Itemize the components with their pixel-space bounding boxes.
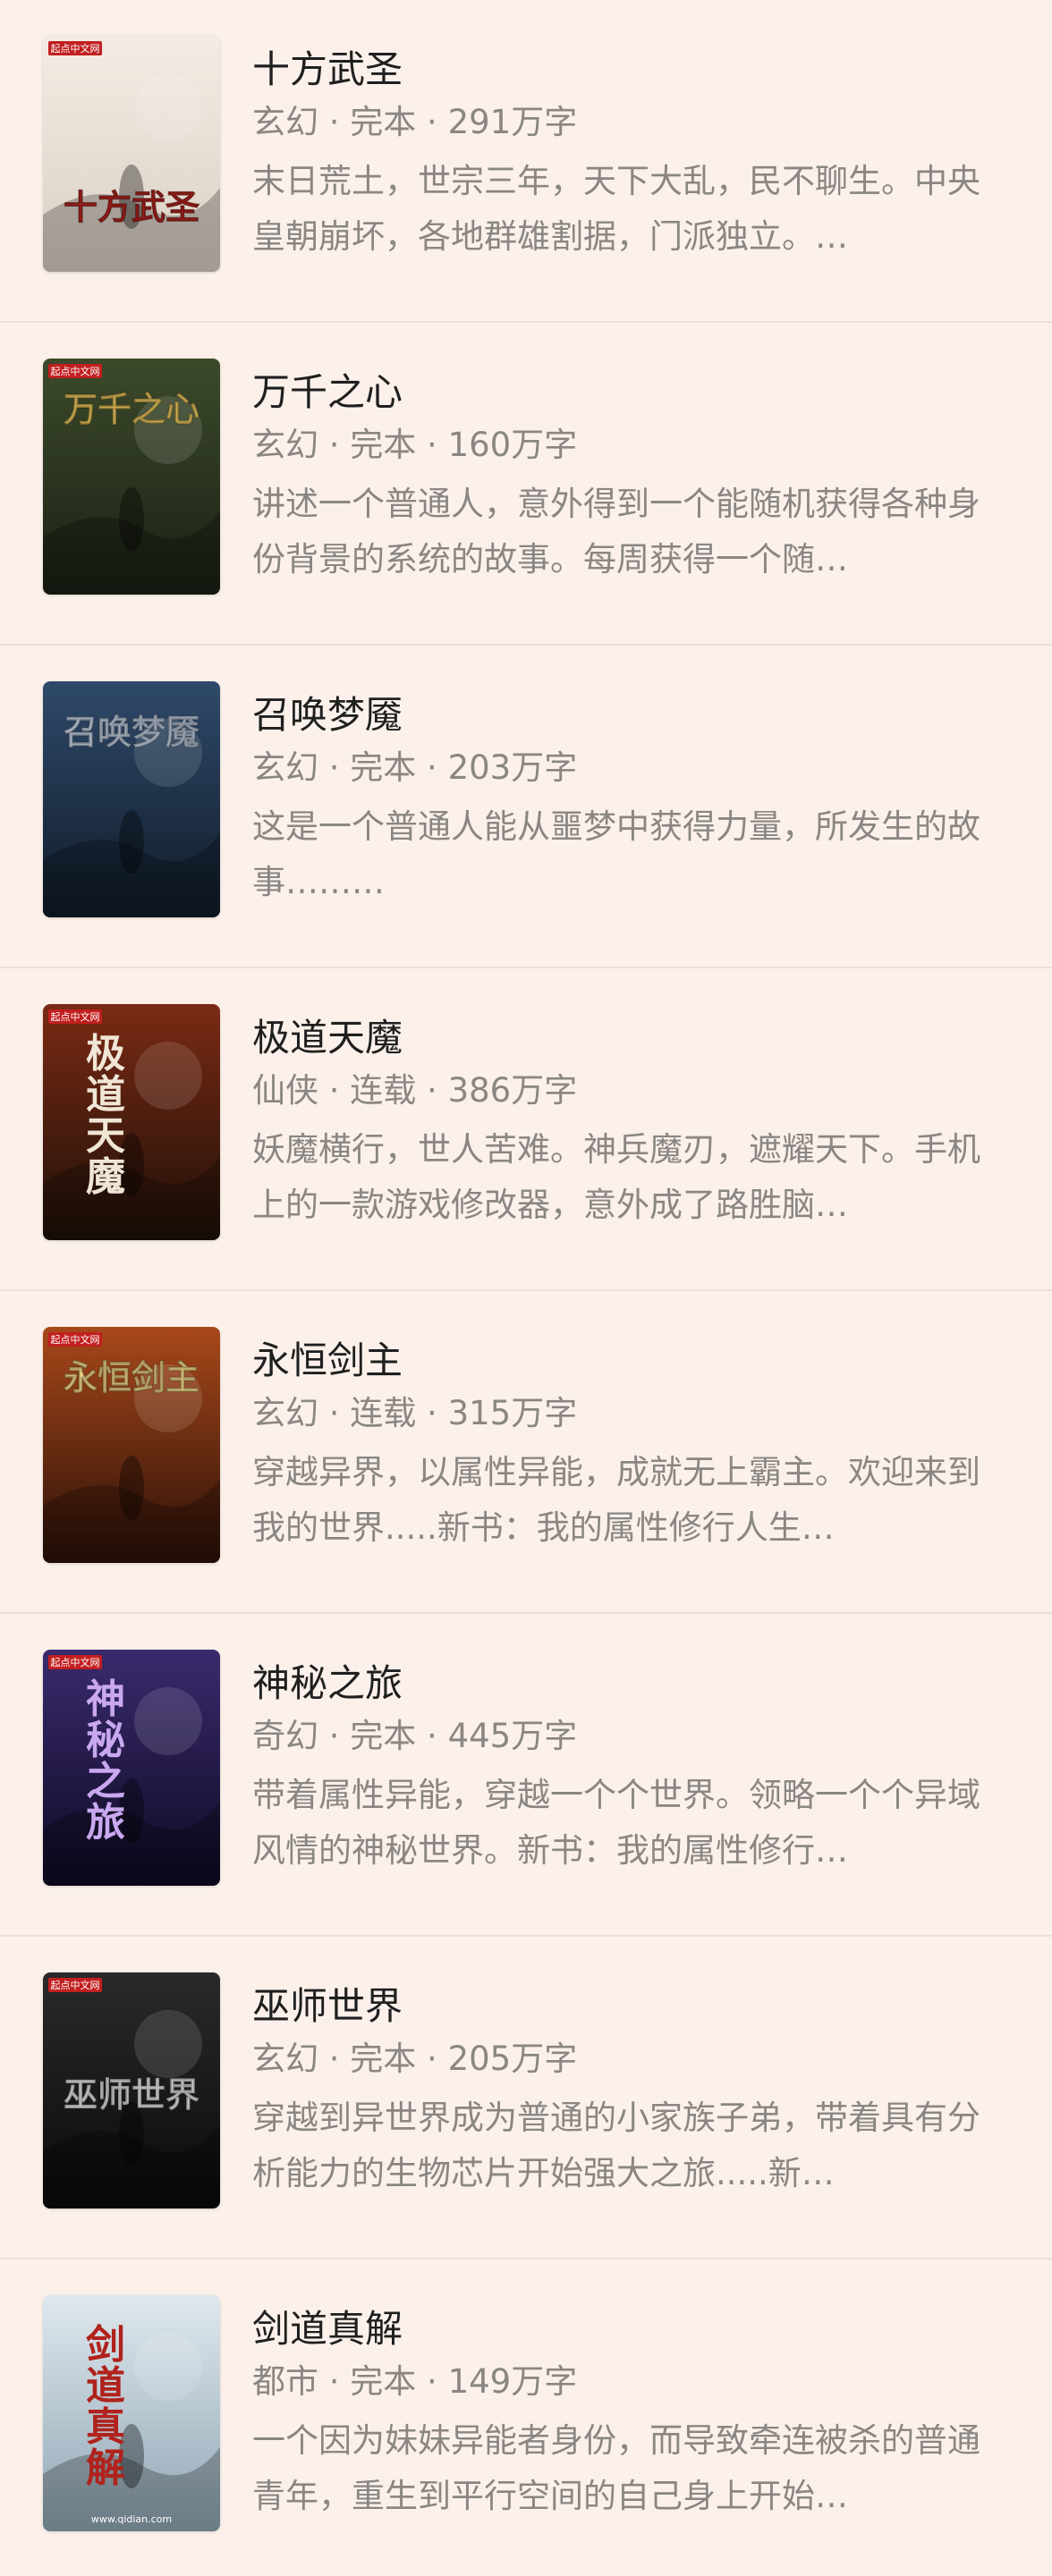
book-description: 一个因为妹妹异能者身份，而导致牵连被杀的普通青年，重生到平行空间的自己身上开始… bbox=[252, 2421, 980, 2515]
book-title[interactable]: 万千之心 bbox=[252, 367, 1013, 418]
book-title[interactable]: 巫师世界 bbox=[252, 1981, 1013, 2031]
book-item[interactable]: 永恒剑主 起点中文网 永恒剑主 玄幻 · 连载 · 315万字 穿越异界，以属性异能，成… bbox=[0, 1291, 1052, 1614]
book-meta: 玄幻 · 完本 · 291万字 bbox=[252, 103, 578, 141]
book-info: 召唤梦魇玄幻 · 完本 · 203万字这是一个普通人能从噩梦中获得力量，所发生的… bbox=[252, 690, 1013, 910]
book-description: 讲述一个普通人，意外得到一个能随机获得各种身份背景的系统的故事。每周获得一个随… bbox=[252, 485, 980, 579]
book-description: 这是一个普通人能从噩梦中获得力量，所发生的故事……… bbox=[252, 807, 980, 901]
book-item[interactable]: 极道天魔起点中文网 极道天魔 仙侠 · 连载 · 386万字 妖魔横行，世人苦难。神兵… bbox=[0, 968, 1052, 1291]
book-meta: 都市 · 完本 · 149万字 bbox=[252, 2362, 578, 2401]
svg-text:召唤梦魇: 召唤梦魇 bbox=[64, 712, 199, 752]
svg-text:秘: 秘 bbox=[86, 1718, 125, 1763]
svg-text:巫师世界: 巫师世界 bbox=[64, 2074, 199, 2115]
book-cover[interactable]: 神秘之旅 起点中文网 bbox=[43, 1650, 220, 1886]
book-item[interactable]: 召唤梦魇 召唤梦魇 玄幻 · 完本 · 203万字 这是一个普通人能从噩梦中获得力量，… bbox=[0, 646, 1052, 968]
svg-text:天: 天 bbox=[86, 1113, 125, 1159]
svg-text:道: 道 bbox=[86, 2363, 125, 2409]
book-item[interactable]: 神秘之旅起点中文网 神秘之旅 奇幻 · 完本 · 445万字 带着属性异能，穿越一个个… bbox=[0, 1614, 1052, 1937]
svg-text:极: 极 bbox=[86, 1031, 125, 1077]
svg-text:起点中文网: 起点中文网 bbox=[51, 1010, 100, 1023]
book-description: 穿越到异世界成为普通的小家族子弟，带着具有分析能力的生物芯片开始强大之旅....… bbox=[252, 2099, 980, 2192]
book-info: 极道天魔仙侠 · 连载 · 386万字妖魔横行，世人苦难。神兵魔刃，遮耀天下。手… bbox=[252, 1013, 1013, 1233]
svg-text:永恒剑主: 永恒剑主 bbox=[64, 1357, 199, 1398]
book-title[interactable]: 召唤梦魇 bbox=[252, 690, 1013, 740]
book-item[interactable]: 万千之心 起点中文网 万千之心 玄幻 · 完本 · 160万字 讲述一个普通人，意外得到… bbox=[0, 323, 1052, 646]
book-description: 带着属性异能，穿越一个个世界。领略一个个异域风情的神秘世界。新书：我的属性修行… bbox=[252, 1776, 980, 1870]
book-cover[interactable]: 十方武圣 起点中文网 bbox=[43, 36, 220, 272]
book-item[interactable]: 巫师世界 起点中文网 巫师世界 玄幻 · 完本 · 205万字 穿越到异世界成为普通的小… bbox=[0, 1937, 1052, 2259]
book-cover[interactable]: 极道天魔 起点中文网 bbox=[43, 1004, 220, 1240]
svg-text:起点中文网: 起点中文网 bbox=[51, 1656, 100, 1668]
book-cover[interactable]: 万千之心 起点中文网 bbox=[43, 359, 220, 595]
book-meta: 玄幻 · 完本 · 203万字 bbox=[252, 748, 578, 787]
book-info: 剑道真解都市 · 完本 · 149万字一个因为妹妹异能者身份，而导致牵连被杀的普… bbox=[252, 2304, 1013, 2524]
book-description: 穿越异界，以属性异能，成就无上霸主。欢迎来到我的世界.....新书：我的属性修行… bbox=[252, 1453, 980, 1547]
book-item[interactable]: 十方武圣 起点中文网 十方武圣 玄幻 · 完本 · 291万字 末日荒土，世宗三年，天下… bbox=[0, 0, 1052, 323]
svg-text:魔: 魔 bbox=[86, 1154, 125, 1200]
book-description: 妖魔横行，世人苦难。神兵魔刃，遮耀天下。手机上的一款游戏修改器，意外成了路胜脑… bbox=[252, 1130, 980, 1224]
book-info: 十方武圣玄幻 · 完本 · 291万字末日荒土，世宗三年，天下大乱，民不聊生。中… bbox=[252, 45, 1013, 265]
book-info: 永恒剑主玄幻 · 连载 · 315万字穿越异界，以属性异能，成就无上霸主。欢迎来… bbox=[252, 1336, 1013, 1556]
book-item[interactable]: 剑道真解 www.qidian.com 剑道真解 都市 · 完本 · 149万字 一个因… bbox=[0, 2259, 1052, 2576]
svg-text:www.qidian.com: www.qidian.com bbox=[91, 2513, 172, 2525]
svg-text:起点中文网: 起点中文网 bbox=[51, 1333, 100, 1346]
svg-text:道: 道 bbox=[86, 1072, 125, 1118]
svg-text:起点中文网: 起点中文网 bbox=[51, 1979, 100, 1991]
book-list: 十方武圣 起点中文网 十方武圣 玄幻 · 完本 · 291万字 末日荒土，世宗三年，天下… bbox=[0, 0, 1052, 2576]
svg-text:之: 之 bbox=[86, 1759, 125, 1804]
book-description: 末日荒土，世宗三年，天下大乱，民不聊生。中央皇朝崩坏，各地群雄割据，门派独立。… bbox=[252, 162, 980, 256]
svg-text:解: 解 bbox=[86, 2445, 125, 2491]
book-meta: 玄幻 · 完本 · 205万字 bbox=[252, 2040, 578, 2078]
svg-text:神: 神 bbox=[86, 1677, 125, 1722]
svg-text:旅: 旅 bbox=[86, 1800, 125, 1845]
book-info: 神秘之旅奇幻 · 完本 · 445万字带着属性异能，穿越一个个世界。领略一个个异… bbox=[252, 1659, 1013, 1879]
book-cover[interactable]: 巫师世界 起点中文网 bbox=[43, 1972, 220, 2209]
book-cover[interactable]: 永恒剑主 起点中文网 bbox=[43, 1327, 220, 1563]
book-title[interactable]: 剑道真解 bbox=[252, 2304, 1013, 2354]
svg-text:起点中文网: 起点中文网 bbox=[51, 365, 100, 377]
book-cover[interactable]: 召唤梦魇 bbox=[43, 681, 220, 917]
book-title[interactable]: 神秘之旅 bbox=[252, 1659, 1013, 1709]
svg-text:真: 真 bbox=[86, 2404, 125, 2450]
book-cover[interactable]: 剑道真解 www.qidian.com bbox=[43, 2295, 220, 2531]
book-meta: 仙侠 · 连载 · 386万字 bbox=[252, 1071, 578, 1110]
book-meta: 玄幻 · 完本 · 160万字 bbox=[252, 426, 578, 464]
svg-text:万千之心: 万千之心 bbox=[64, 389, 199, 429]
book-info: 万千之心玄幻 · 完本 · 160万字讲述一个普通人，意外得到一个能随机获得各种… bbox=[252, 367, 1013, 587]
book-title[interactable]: 极道天魔 bbox=[252, 1013, 1013, 1063]
book-meta: 玄幻 · 连载 · 315万字 bbox=[252, 1394, 578, 1432]
book-title[interactable]: 十方武圣 bbox=[252, 45, 1013, 95]
book-title[interactable]: 永恒剑主 bbox=[252, 1336, 1013, 1386]
book-meta: 奇幻 · 完本 · 445万字 bbox=[252, 1717, 578, 1755]
svg-text:起点中文网: 起点中文网 bbox=[51, 42, 100, 55]
svg-text:十方武圣: 十方武圣 bbox=[64, 187, 199, 227]
svg-text:剑: 剑 bbox=[86, 2322, 125, 2368]
book-info: 巫师世界玄幻 · 完本 · 205万字穿越到异世界成为普通的小家族子弟，带着具有… bbox=[252, 1981, 1013, 2201]
